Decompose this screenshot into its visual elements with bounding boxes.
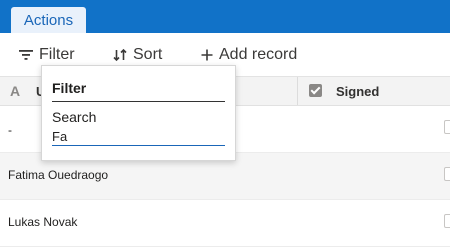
column-header-signed[interactable]: Signed [336,84,379,99]
signed-checkbox[interactable] [444,167,450,181]
column-divider[interactable] [297,77,298,105]
cell-name: - [8,123,12,137]
tab-label: Actions [23,11,74,29]
text-type-icon: A [10,83,21,99]
add-record-label: Add record [219,45,298,63]
search-label: Search [52,109,97,125]
top-bar: Actions [0,0,450,33]
filter-popup: Filter Search [41,65,236,161]
filter-icon [19,49,33,60]
checkbox-icon [309,84,322,97]
cell-name: Lukas Novak [8,215,78,229]
tab-actions[interactable]: Actions [11,7,86,33]
signed-checkbox[interactable] [444,120,450,134]
sort-label: Sort [133,45,163,63]
filter-label: Filter [39,45,75,63]
search-input[interactable] [52,127,225,146]
sort-icon [113,48,127,61]
cell-name: Fatima Ouedraogo [8,168,109,182]
divider [52,101,225,102]
signed-checkbox[interactable] [444,214,450,228]
table-row[interactable]: Lukas Novak [0,200,450,247]
plus-icon [201,49,213,60]
filter-popup-title: Filter [52,80,87,96]
